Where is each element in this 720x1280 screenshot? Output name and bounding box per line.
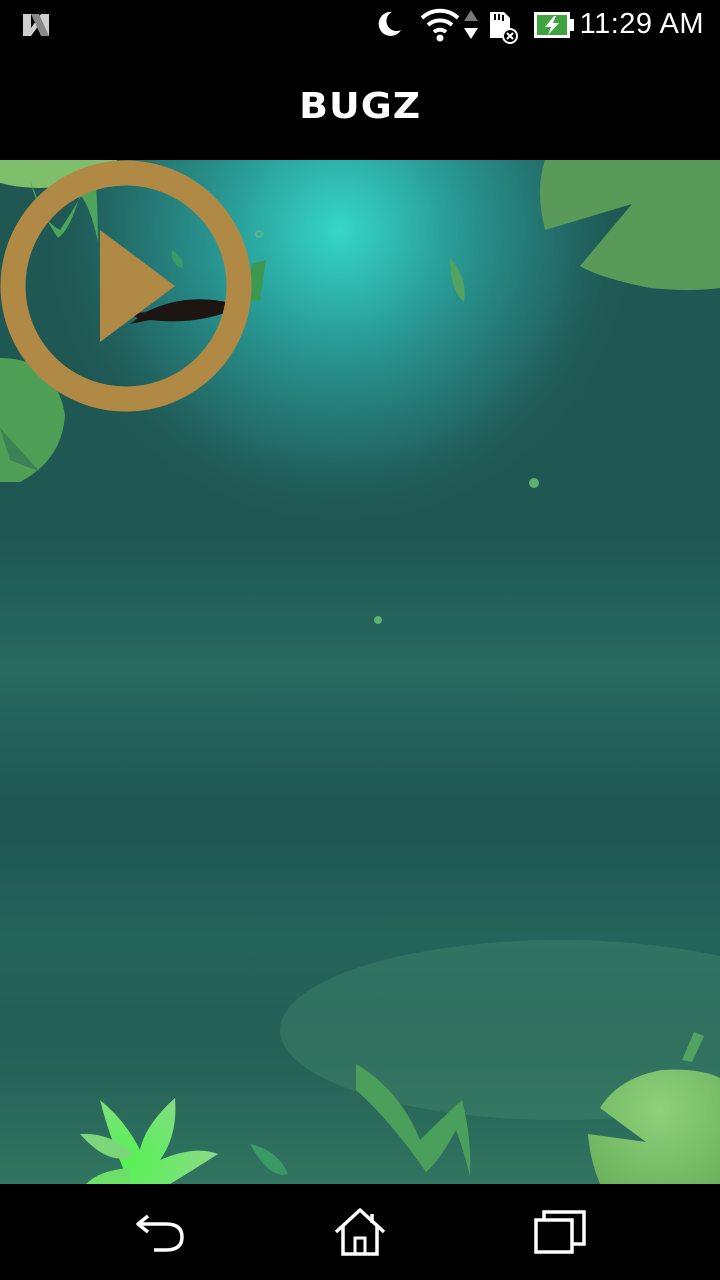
status-bar: 11:29 AM (0, 0, 720, 52)
back-icon[interactable] (130, 1204, 190, 1260)
app-bar: BUGZ (0, 52, 720, 160)
app-title: BUGZ (298, 85, 422, 127)
status-time: 11:29 AM (579, 8, 704, 40)
play-button[interactable] (0, 160, 252, 412)
recents-icon[interactable] (530, 1204, 590, 1260)
home-icon[interactable] (330, 1204, 390, 1260)
n-notification-icon (23, 14, 49, 36)
moon-icon (378, 11, 401, 36)
game-area[interactable] (0, 160, 720, 1184)
wifi-icon (420, 8, 460, 42)
navigation-bar (0, 1184, 720, 1280)
play-icon (100, 230, 175, 342)
battery-charging-icon (534, 12, 574, 38)
data-arrows-icon (464, 10, 478, 39)
sd-card-icon (490, 12, 518, 44)
